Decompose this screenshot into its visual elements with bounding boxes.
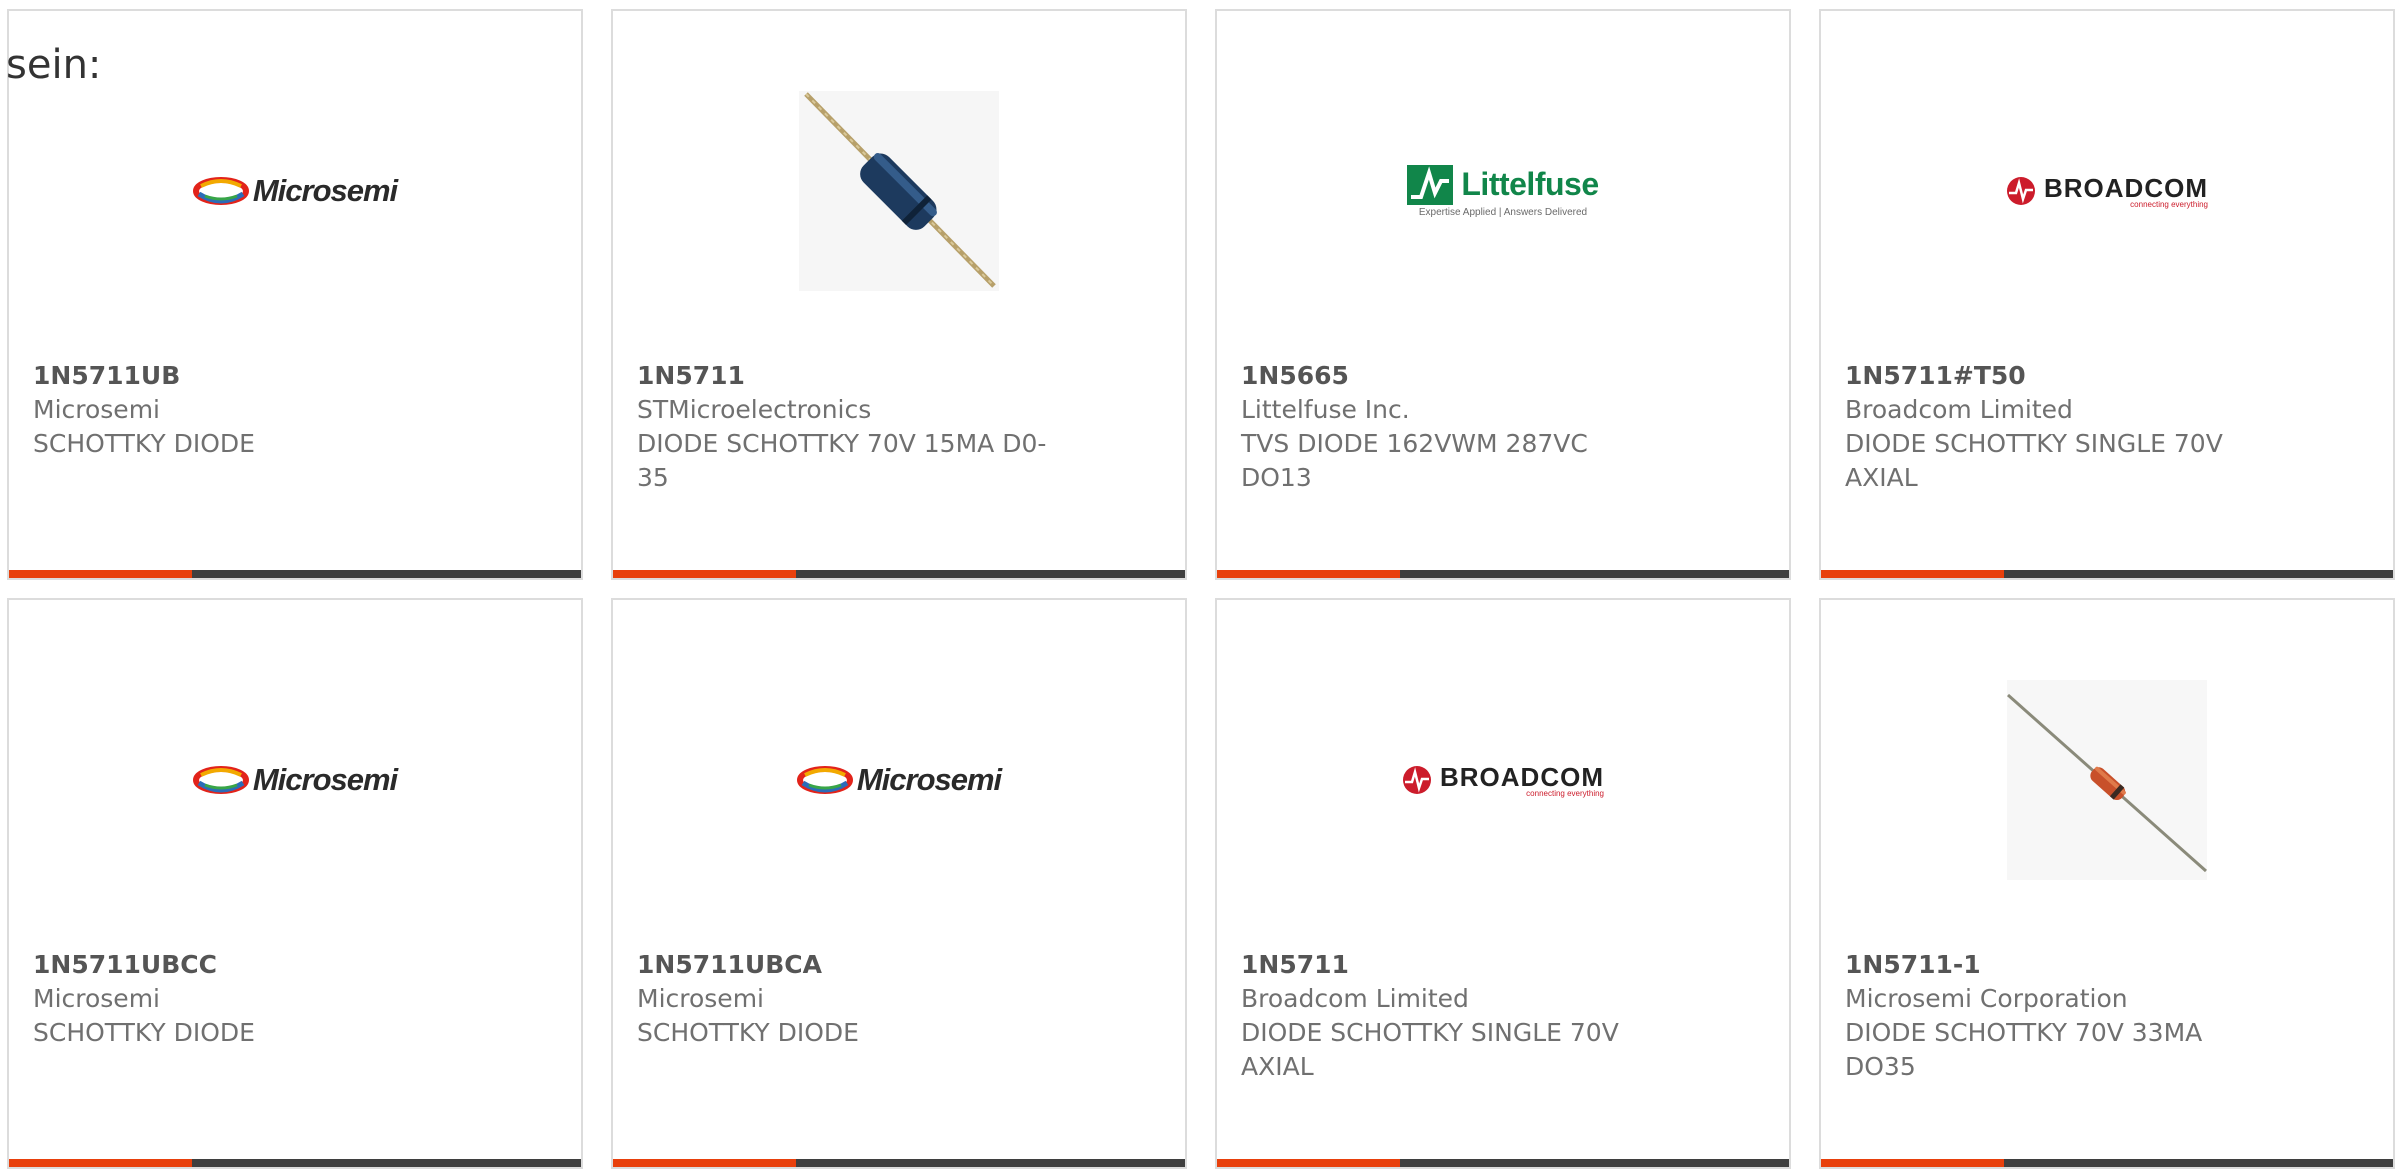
description-line: AXIAL xyxy=(1845,463,1918,492)
card-bottom-bar xyxy=(613,1159,1185,1167)
card-bar-accent xyxy=(1821,570,2004,578)
card-bar-accent xyxy=(1821,1159,2004,1167)
product-card[interactable]: Microsemi 1N5711UB Microsemi SCHOTTKY DI… xyxy=(7,9,583,580)
product-info: 1N5711#T50 Broadcom Limited DIODE SCHOTT… xyxy=(1845,359,2265,495)
part-number[interactable]: 1N5711 xyxy=(1241,948,1661,982)
part-number[interactable]: 1N5711#T50 xyxy=(1845,359,2265,393)
card-bar-accent xyxy=(1217,1159,1400,1167)
card-bottom-bar xyxy=(1821,1159,2393,1167)
product-grid: Microsemi 1N5711UB Microsemi SCHOTTKY DI… xyxy=(0,0,2400,1169)
description-line: DIODE SCHOTTKY 70V 33MA xyxy=(1845,1018,2203,1047)
product-card[interactable]: Microsemi 1N5711UBCC Microsemi SCHOTTKY … xyxy=(7,598,583,1169)
product-image xyxy=(613,71,1185,311)
description-line: AXIAL xyxy=(1241,1052,1314,1081)
manufacturer: Littelfuse Inc. xyxy=(1241,395,1410,424)
product-image: Microsemi xyxy=(9,71,581,311)
broadcom-name: BROADCOM xyxy=(1440,762,1604,792)
axial-diode-orange-photo xyxy=(2007,680,2207,880)
broadcom-wordmark: BROADCOM connecting everything xyxy=(2044,173,2208,209)
manufacturer: Broadcom Limited xyxy=(1241,984,1469,1013)
description-line: DIODE SCHOTTKY SINGLE 70V xyxy=(1845,429,2223,458)
card-bar-accent xyxy=(9,570,192,578)
description-line: 35 xyxy=(637,463,669,492)
card-bottom-bar xyxy=(1217,1159,1789,1167)
microsemi-ring-icon xyxy=(192,177,249,205)
card-bottom-bar xyxy=(613,570,1185,578)
microsemi-wordmark: Microsemi xyxy=(856,762,1002,797)
littelfuse-logo: Littelfuse Expertise Applied | Answers D… xyxy=(1407,164,1599,218)
card-bottom-bar xyxy=(1217,570,1789,578)
product-card[interactable]: BROADCOM connecting everything 1N5711#T5… xyxy=(1819,9,2395,580)
product-info: 1N5711UBCA Microsemi SCHOTTKY DIODE xyxy=(637,948,1057,1050)
description-line: TVS DIODE 162VWM 287VC xyxy=(1241,429,1588,458)
broadcom-pulse-icon xyxy=(1403,766,1431,794)
part-number[interactable]: 1N5711 xyxy=(637,359,1057,393)
manufacturer: STMicroelectronics xyxy=(637,395,872,424)
broadcom-logo: BROADCOM connecting everything xyxy=(2006,173,2208,209)
part-number[interactable]: 1N5711UB xyxy=(33,359,453,393)
product-image: Littelfuse Expertise Applied | Answers D… xyxy=(1217,71,1789,311)
microsemi-wordmark: Microsemi xyxy=(252,173,398,208)
microsemi-logo: Microsemi xyxy=(192,762,398,798)
product-info: 1N5711 Broadcom Limited DIODE SCHOTTKY S… xyxy=(1241,948,1661,1084)
broadcom-pulse-icon xyxy=(2007,177,2035,205)
littelfuse-wordmark: Littelfuse xyxy=(1461,166,1599,202)
product-image xyxy=(1821,660,2393,900)
card-bottom-bar xyxy=(9,570,581,578)
product-card[interactable]: 1N5711-1 Microsemi Corporation DIODE SCH… xyxy=(1819,598,2395,1169)
broadcom-wordmark: BROADCOM connecting everything xyxy=(1440,762,1604,798)
card-bar-accent xyxy=(613,570,796,578)
part-number[interactable]: 1N5665 xyxy=(1241,359,1661,393)
product-image: Microsemi xyxy=(613,660,1185,900)
manufacturer: Broadcom Limited xyxy=(1845,395,2073,424)
part-number[interactable]: 1N5711-1 xyxy=(1845,948,2265,982)
product-info: 1N5711 STMicroelectronics DIODE SCHOTTKY… xyxy=(637,359,1057,495)
description-line: DIODE SCHOTTKY 70V 15MA D0- xyxy=(637,429,1047,458)
manufacturer: Microsemi xyxy=(33,395,160,424)
part-number[interactable]: 1N5711UBCC xyxy=(33,948,453,982)
description-line: DIODE SCHOTTKY SINGLE 70V xyxy=(1241,1018,1619,1047)
description-line: SCHOTTKY DIODE xyxy=(637,1018,859,1047)
broadcom-logo: BROADCOM connecting everything xyxy=(1402,762,1604,798)
product-card[interactable]: BROADCOM connecting everything 1N5711 Br… xyxy=(1215,598,1791,1169)
product-info: 1N5711-1 Microsemi Corporation DIODE SCH… xyxy=(1845,948,2265,1084)
product-image: BROADCOM connecting everything xyxy=(1217,660,1789,900)
manufacturer: Microsemi xyxy=(33,984,160,1013)
card-bar-accent xyxy=(613,1159,796,1167)
broadcom-name: BROADCOM xyxy=(2044,173,2208,203)
product-card[interactable]: Littelfuse Expertise Applied | Answers D… xyxy=(1215,9,1791,580)
microsemi-logo: Microsemi xyxy=(796,762,1002,798)
manufacturer: Microsemi Corporation xyxy=(1845,984,2128,1013)
product-image: Microsemi xyxy=(9,660,581,900)
manufacturer: Microsemi xyxy=(637,984,764,1013)
microsemi-wordmark: Microsemi xyxy=(252,762,398,797)
product-info: 1N5711UBCC Microsemi SCHOTTKY DIODE xyxy=(33,948,453,1050)
card-bar-accent xyxy=(1217,570,1400,578)
description-line: DO35 xyxy=(1845,1052,1916,1081)
description-line: SCHOTTKY DIODE xyxy=(33,1018,255,1047)
card-bar-accent xyxy=(9,1159,192,1167)
product-info: 1N5711UB Microsemi SCHOTTKY DIODE xyxy=(33,359,453,461)
littelfuse-tagline: Expertise Applied | Answers Delivered xyxy=(1418,206,1588,218)
littelfuse-emblem-icon xyxy=(1407,164,1454,205)
microsemi-ring-icon xyxy=(796,766,853,794)
card-bottom-bar xyxy=(9,1159,581,1167)
product-info: 1N5665 Littelfuse Inc. TVS DIODE 162VWM … xyxy=(1241,359,1661,495)
part-number[interactable]: 1N5711UBCA xyxy=(637,948,1057,982)
intro-text: sein: xyxy=(6,42,102,88)
axial-diode-blue-photo xyxy=(799,91,999,291)
product-image: BROADCOM connecting everything xyxy=(1821,71,2393,311)
product-card[interactable]: 1N5711 STMicroelectronics DIODE SCHOTTKY… xyxy=(611,9,1187,580)
description-line: SCHOTTKY DIODE xyxy=(33,429,255,458)
microsemi-ring-icon xyxy=(192,766,249,794)
microsemi-logo: Microsemi xyxy=(192,173,398,209)
card-bottom-bar xyxy=(1821,570,2393,578)
description-line: DO13 xyxy=(1241,463,1312,492)
product-card[interactable]: Microsemi 1N5711UBCA Microsemi SCHOTTKY … xyxy=(611,598,1187,1169)
